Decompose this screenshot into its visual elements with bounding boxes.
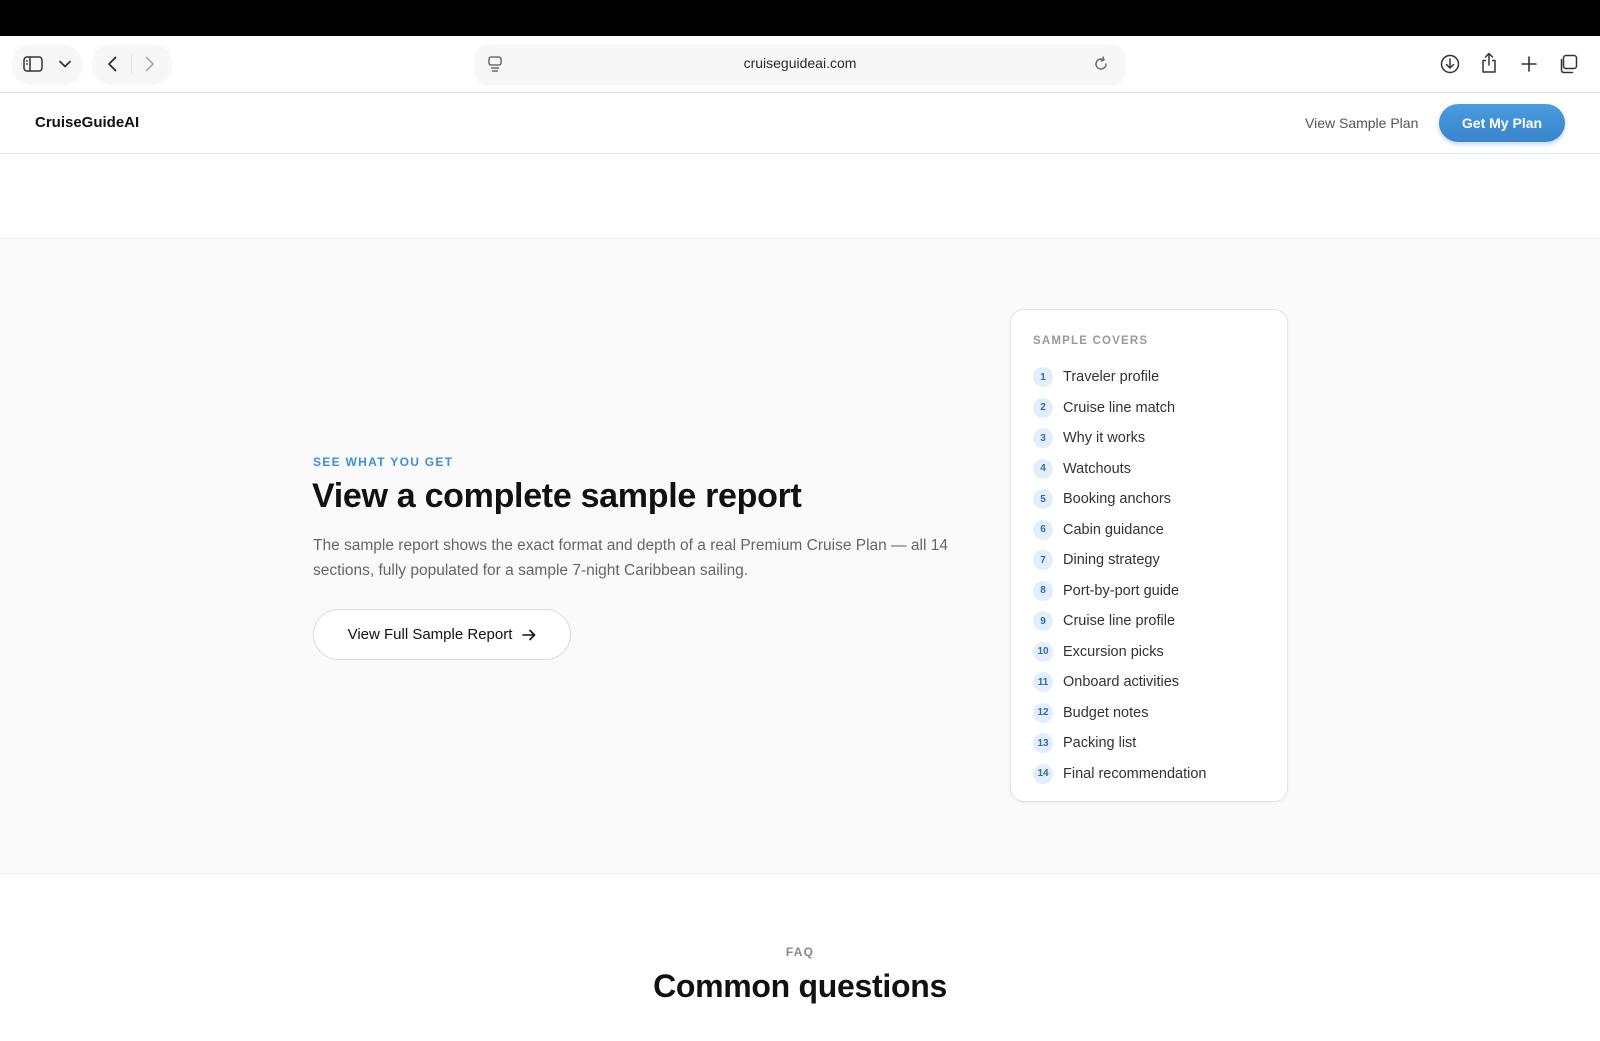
forward-icon[interactable]: [140, 54, 160, 74]
item-label: Watchouts: [1063, 460, 1131, 477]
list-item: 11 Onboard activities: [1033, 667, 1206, 698]
sample-report-section: SEE WHAT YOU GET View a complete sample …: [0, 238, 1600, 874]
number-badge: 9: [1033, 611, 1053, 632]
covers-list: 1 Traveler profile 2 Cruise line match 3 Wh…: [1033, 362, 1206, 789]
share-icon[interactable]: [1478, 52, 1500, 74]
item-label: Excursion picks: [1063, 643, 1164, 660]
item-label: Budget notes: [1063, 704, 1149, 721]
arrow-right-icon: [522, 629, 536, 641]
list-item: 2 Cruise line match: [1033, 393, 1206, 424]
sidebar-icon[interactable]: [22, 54, 44, 74]
list-item: 1 Traveler profile: [1033, 362, 1206, 393]
covers-title: SAMPLE COVERS: [1033, 335, 1149, 347]
number-badge: 5: [1033, 489, 1053, 510]
reload-icon[interactable]: [1092, 55, 1110, 73]
list-item: 3 Why it works: [1033, 423, 1206, 454]
list-item: 9 Cruise line profile: [1033, 606, 1206, 637]
divider: [131, 55, 132, 73]
item-label: Why it works: [1063, 430, 1146, 447]
number-badge: 12: [1033, 702, 1053, 723]
number-badge: 2: [1033, 397, 1053, 418]
item-label: Cruise line profile: [1063, 613, 1176, 630]
browser-toolbar: cruiseguideai.com: [0, 36, 1600, 93]
number-badge: 14: [1033, 763, 1053, 784]
item-label: Dining strategy: [1063, 552, 1160, 569]
number-badge: 4: [1033, 458, 1053, 479]
item-label: Packing list: [1063, 735, 1137, 752]
faq-title: Common questions: [653, 968, 947, 1004]
list-item: 13 Packing list: [1033, 728, 1206, 759]
item-label: Onboard activities: [1063, 674, 1180, 691]
get-my-plan-button[interactable]: Get My Plan: [1439, 104, 1565, 142]
download-icon[interactable]: [1439, 53, 1461, 75]
sample-covers-card: SAMPLE COVERS 1 Traveler profile 2 Cruise …: [1010, 309, 1288, 802]
number-badge: 7: [1033, 550, 1053, 571]
list-item: 10 Excursion picks: [1033, 637, 1206, 668]
button-label: View Full Sample Report: [347, 626, 513, 643]
view-full-sample-report-button[interactable]: View Full Sample Report: [313, 609, 571, 660]
list-item: 14 Final recommendation: [1033, 759, 1206, 790]
section-title: View a complete sample report: [312, 477, 802, 515]
section-eyebrow: SEE WHAT YOU GET: [313, 455, 454, 469]
number-badge: 13: [1033, 733, 1053, 754]
sidebar-toggle-group: [12, 45, 82, 83]
site-header: CruiseGuideAI View Sample Plan Get My Pl…: [0, 93, 1600, 154]
list-item: 12 Budget notes: [1033, 698, 1206, 729]
list-item: 5 Booking anchors: [1033, 484, 1206, 515]
number-badge: 10: [1033, 641, 1053, 662]
site-logo[interactable]: CruiseGuideAI: [35, 114, 139, 131]
view-sample-plan-link[interactable]: View Sample Plan: [1305, 115, 1418, 131]
section-description: The sample report shows the exact format…: [313, 537, 948, 579]
new-tab-icon[interactable]: [1518, 53, 1540, 75]
item-label: Booking anchors: [1063, 491, 1172, 508]
list-item: 4 Watchouts: [1033, 454, 1206, 485]
navigation-group: [92, 45, 172, 83]
chevron-down-icon[interactable]: [56, 54, 74, 74]
item-label: Final recommendation: [1063, 765, 1207, 782]
address-bar[interactable]: cruiseguideai.com: [476, 45, 1124, 83]
faq-eyebrow: FAQ: [785, 945, 815, 959]
item-label: Cruise line match: [1063, 399, 1176, 416]
number-badge: 6: [1033, 519, 1053, 540]
tabs-overview-icon[interactable]: [1557, 53, 1579, 75]
list-item: 8 Port-by-port guide: [1033, 576, 1206, 607]
item-label: Port-by-port guide: [1063, 582, 1180, 599]
list-item: 7 Dining strategy: [1033, 545, 1206, 576]
number-badge: 1: [1033, 367, 1053, 388]
url-text[interactable]: cruiseguideai.com: [476, 55, 1124, 71]
number-badge: 8: [1033, 580, 1053, 601]
number-badge: 3: [1033, 428, 1053, 449]
number-badge: 11: [1033, 672, 1053, 693]
item-label: Traveler profile: [1063, 369, 1160, 386]
item-label: Cabin guidance: [1063, 521, 1164, 538]
list-item: 6 Cabin guidance: [1033, 515, 1206, 546]
back-icon[interactable]: [102, 54, 122, 74]
system-status-bar: [0, 0, 1600, 36]
